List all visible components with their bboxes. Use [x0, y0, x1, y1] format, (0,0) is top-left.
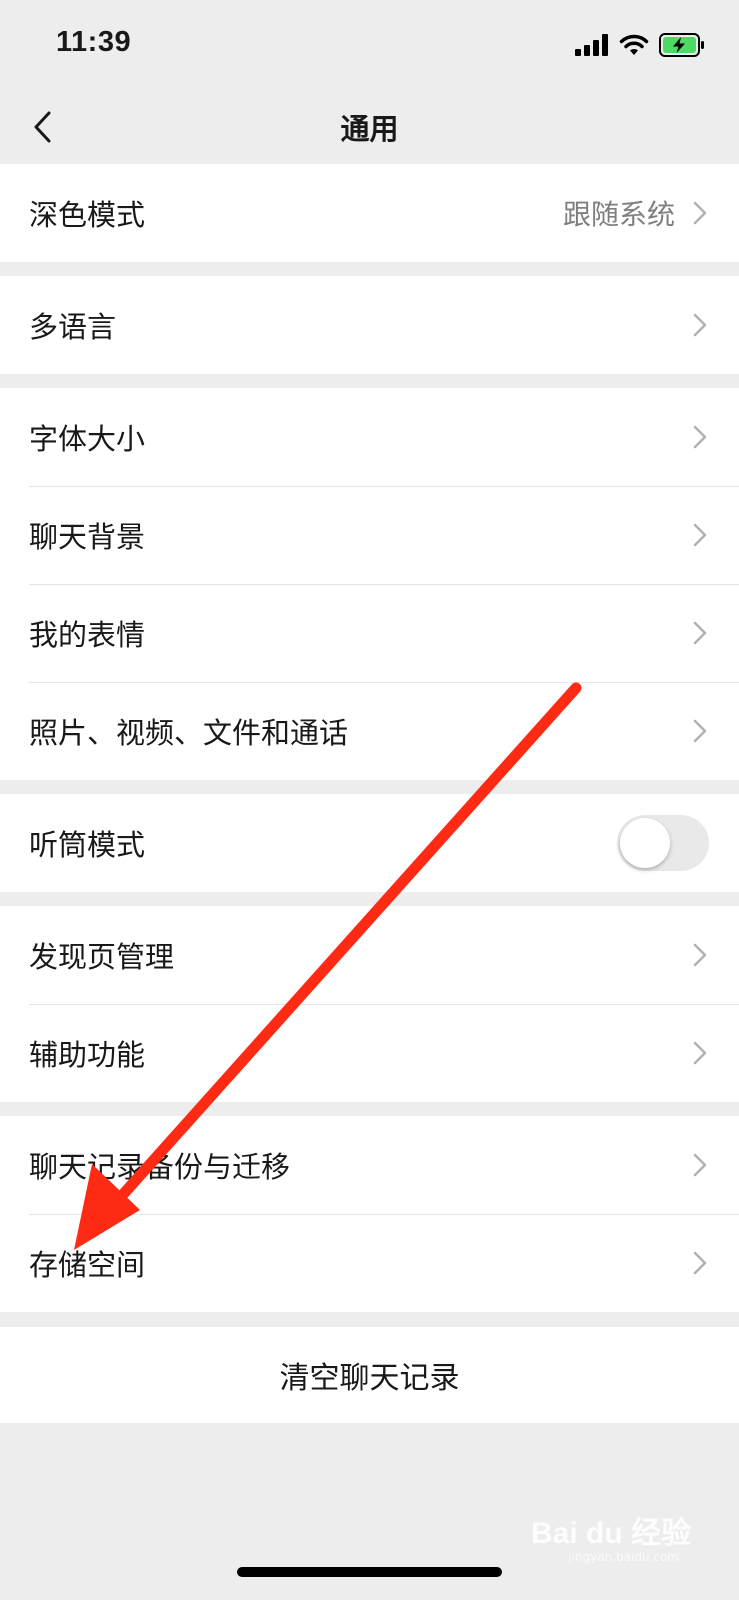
earpiece-mode-toggle[interactable]: [617, 815, 709, 871]
toggle-knob: [620, 818, 670, 868]
settings-group-features: 发现页管理 辅助功能: [0, 906, 739, 1102]
row-label: 字体大小: [29, 422, 146, 456]
chevron-right-icon: [693, 718, 709, 744]
row-label: 照片、视频、文件和通话: [29, 716, 349, 750]
chevron-right-icon: [693, 312, 709, 338]
row-label: 我的表情: [29, 618, 146, 652]
chevron-right-icon: [693, 1040, 709, 1066]
row-label: 听筒模式: [29, 828, 146, 862]
row-label: 存储空间: [29, 1248, 146, 1282]
settings-row-storage[interactable]: 存储空间: [0, 1214, 739, 1312]
status-bar: 11:39: [0, 0, 739, 88]
battery-charging-icon: [659, 33, 704, 57]
row-label: 聊天记录备份与迁移: [29, 1150, 291, 1184]
chevron-right-icon: [693, 1250, 709, 1276]
settings-group-earpiece: 听筒模式: [0, 794, 739, 892]
chevron-right-icon: [693, 424, 709, 450]
row-value: 跟随系统: [562, 198, 675, 231]
chevron-right-icon: [693, 1152, 709, 1178]
chevron-right-icon: [693, 620, 709, 646]
settings-row-media-files-calls[interactable]: 照片、视频、文件和通话: [0, 682, 739, 780]
home-indicator: [237, 1567, 502, 1577]
wifi-icon: [619, 34, 649, 55]
status-time: 11:39: [56, 26, 132, 58]
settings-row-chat-backup-migration[interactable]: 聊天记录备份与迁移: [0, 1116, 739, 1214]
settings-group-language: 多语言: [0, 276, 739, 374]
clear-chat-history-button[interactable]: 清空聊天记录: [0, 1327, 739, 1423]
row-label: 深色模式: [29, 198, 146, 232]
settings-row-discover-management[interactable]: 发现页管理: [0, 906, 739, 1004]
row-label: 发现页管理: [29, 940, 175, 974]
settings-group-chat: 字体大小 聊天背景 我的表情 照片、视频、文件和通话: [0, 388, 739, 780]
navigation-bar: 通用: [0, 88, 739, 166]
chevron-right-icon: [693, 200, 709, 226]
watermark-url: jingyan.baidu.com: [568, 1550, 679, 1564]
row-label: 聊天背景: [29, 520, 146, 554]
chevron-right-icon: [693, 522, 709, 548]
settings-row-earpiece-mode: 听筒模式: [0, 794, 739, 892]
watermark-logo: Bai du 经验: [530, 1517, 691, 1550]
settings-group-display: 深色模式 跟随系统: [0, 164, 739, 262]
settings-row-accessibility[interactable]: 辅助功能: [0, 1004, 739, 1102]
chevron-right-icon: [693, 942, 709, 968]
page-title: 通用: [340, 112, 399, 146]
settings-row-dark-mode[interactable]: 深色模式 跟随系统: [0, 164, 739, 262]
cellular-signal-icon: [575, 34, 608, 56]
settings-group-storage: 聊天记录备份与迁移 存储空间: [0, 1116, 739, 1312]
settings-row-font-size[interactable]: 字体大小: [0, 388, 739, 486]
settings-row-my-stickers[interactable]: 我的表情: [0, 584, 739, 682]
settings-row-language[interactable]: 多语言: [0, 276, 739, 374]
row-label: 多语言: [29, 310, 117, 344]
status-icons: [575, 30, 705, 60]
settings-row-chat-background[interactable]: 聊天背景: [0, 486, 739, 584]
row-label: 辅助功能: [29, 1038, 146, 1072]
